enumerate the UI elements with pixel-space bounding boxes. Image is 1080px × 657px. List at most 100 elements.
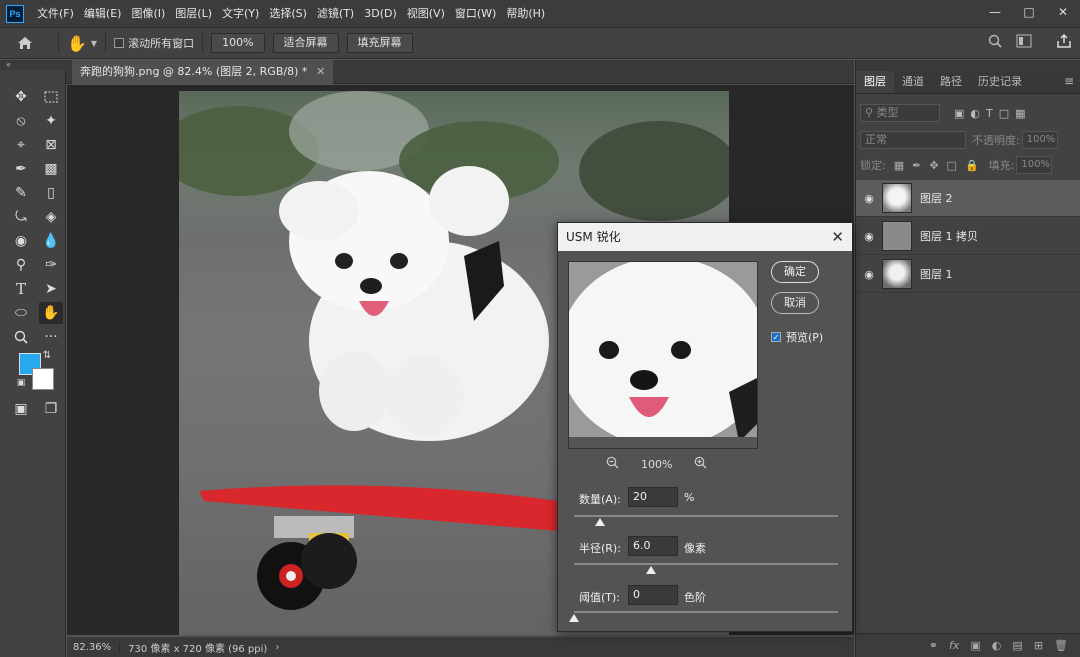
toolbar-collapse[interactable]: «: [0, 60, 66, 70]
close-tab-icon[interactable]: ✕: [316, 60, 325, 84]
new-group-icon[interactable]: ▤: [1012, 639, 1022, 652]
document-tab[interactable]: 奔跑的狗狗.png @ 82.4% (图层 2, RGB/8) * ✕: [72, 60, 334, 84]
search-icon[interactable]: [988, 34, 1002, 51]
link-layers-icon[interactable]: ⚭: [929, 639, 938, 652]
home-icon[interactable]: [0, 36, 50, 50]
layer-filter-select[interactable]: ⚲ 类型: [860, 104, 940, 122]
menu-file[interactable]: 文件(F): [32, 0, 79, 27]
close-icon[interactable]: ✕: [831, 223, 844, 251]
tab-paths[interactable]: 路径: [932, 71, 970, 93]
marquee-tool-icon[interactable]: [39, 86, 63, 108]
fill-screen-button[interactable]: 填充屏幕: [346, 33, 413, 53]
cancel-button[interactable]: 取消: [771, 292, 819, 314]
layer-thumbnail: [882, 259, 912, 289]
preview-checkbox[interactable]: ✓ 预览(P): [771, 329, 823, 345]
dodge-tool-icon[interactable]: ⚲: [9, 254, 33, 276]
maximize-icon[interactable]: □: [1012, 0, 1046, 24]
layer-thumbnail: [882, 221, 912, 251]
path-selection-icon[interactable]: ➤: [39, 278, 63, 300]
delete-layer-icon[interactable]: 🗑: [1054, 639, 1068, 652]
dialog-preview-image[interactable]: [568, 261, 758, 449]
menu-select[interactable]: 选择(S): [264, 0, 312, 27]
zoom-out-icon[interactable]: [606, 456, 619, 472]
hand-tool-preset[interactable]: ✋ ▼: [67, 34, 97, 53]
layer-row[interactable]: ◉ 图层 1 拷贝: [856, 218, 1080, 255]
frame-tool-icon[interactable]: ⊠: [39, 134, 63, 156]
amount-input[interactable]: 20: [628, 487, 678, 507]
menu-layer[interactable]: 图层(L): [170, 0, 217, 27]
spot-healing-icon[interactable]: ▩: [39, 158, 63, 180]
move-tool-icon[interactable]: ✥: [9, 86, 33, 108]
menu-view[interactable]: 视图(V): [402, 0, 450, 27]
menu-help[interactable]: 帮助(H): [501, 0, 550, 27]
radius-slider-thumb[interactable]: [645, 566, 656, 574]
hand-tool-icon[interactable]: ✋: [39, 302, 63, 324]
dialog-title-bar[interactable]: USM 锐化 ✕: [558, 223, 852, 251]
ok-button[interactable]: 确定: [771, 261, 819, 283]
layer-row[interactable]: ◉ 图层 2: [856, 180, 1080, 217]
history-brush-icon[interactable]: ⤿: [9, 206, 33, 228]
paint-bucket-icon[interactable]: ◉: [9, 230, 33, 252]
eye-icon[interactable]: ◉: [856, 268, 882, 281]
default-colors-icon[interactable]: ▣: [14, 376, 28, 390]
layer-row[interactable]: ◉ 图层 1: [856, 256, 1080, 293]
pen-tool-icon[interactable]: ✑: [39, 254, 63, 276]
menu-window[interactable]: 窗口(W): [450, 0, 501, 27]
scroll-all-windows-checkbox[interactable]: 滚动所有窗口: [114, 35, 194, 51]
eye-icon[interactable]: ◉: [856, 230, 882, 243]
opacity-input[interactable]: 100%: [1021, 131, 1058, 149]
swap-colors-icon[interactable]: ⇅: [40, 348, 54, 362]
add-mask-icon[interactable]: ▣: [970, 639, 980, 652]
eyedropper-icon[interactable]: ✒: [9, 158, 33, 180]
ellipse-tool-icon[interactable]: ⬭: [9, 302, 33, 324]
crop-tool-icon[interactable]: ⌖: [9, 134, 33, 156]
menu-edit[interactable]: 编辑(E): [79, 0, 127, 27]
workspace-icon[interactable]: [1016, 34, 1032, 51]
blend-mode-select[interactable]: 正常: [860, 131, 966, 149]
fill-input[interactable]: 100%: [1016, 156, 1053, 174]
menu-3d[interactable]: 3D(D): [359, 0, 402, 27]
zoom-100-button[interactable]: 100%: [211, 33, 265, 53]
zoom-tool-icon[interactable]: [9, 326, 33, 348]
brush-tool-icon[interactable]: ✎: [9, 182, 33, 204]
screen-mode-icon[interactable]: ❐: [39, 398, 63, 420]
type-tool-icon[interactable]: T: [9, 278, 33, 300]
tab-layers[interactable]: 图层: [856, 71, 894, 93]
magic-wand-icon[interactable]: ✦: [39, 110, 63, 132]
threshold-slider-thumb[interactable]: [569, 614, 579, 622]
threshold-slider-track[interactable]: [574, 611, 838, 613]
eye-icon[interactable]: ◉: [856, 192, 882, 205]
chevron-right-icon[interactable]: ›: [275, 642, 279, 653]
new-layer-icon[interactable]: ⊞: [1034, 639, 1043, 652]
fx-icon[interactable]: fx: [949, 639, 959, 652]
tab-channels[interactable]: 通道: [894, 71, 932, 93]
panel-collapse[interactable]: [856, 60, 1080, 70]
threshold-input[interactable]: 0: [628, 585, 678, 605]
filter-icons[interactable]: ▣◐T□▦: [954, 107, 1032, 120]
zoom-in-icon[interactable]: [694, 456, 707, 472]
menu-filter[interactable]: 滤镜(T): [312, 0, 359, 27]
menu-image[interactable]: 图像(I): [126, 0, 170, 27]
stamp-tool-icon[interactable]: ▯: [39, 182, 63, 204]
panel-menu-icon[interactable]: ≡: [1064, 74, 1074, 88]
eraser-tool-icon[interactable]: ◈: [39, 206, 63, 228]
amount-slider-track[interactable]: [574, 515, 838, 517]
menu-type[interactable]: 文字(Y): [217, 0, 264, 27]
radius-input[interactable]: 6.0: [628, 536, 678, 556]
fit-screen-button[interactable]: 适合屏幕: [272, 33, 339, 53]
share-icon[interactable]: [1056, 33, 1072, 52]
adjustment-layer-icon[interactable]: ◐: [992, 639, 1002, 652]
hand-icon: ✋: [67, 33, 87, 53]
close-window-icon[interactable]: ✕: [1046, 0, 1080, 24]
lock-icons[interactable]: ▦✒✥□🔒: [894, 159, 987, 172]
tab-history[interactable]: 历史记录: [970, 71, 1030, 93]
lasso-tool-icon[interactable]: ⦸: [9, 110, 33, 132]
background-color-swatch[interactable]: [32, 368, 54, 390]
radius-slider-track[interactable]: [574, 563, 838, 565]
more-tools-icon[interactable]: ···: [39, 326, 63, 348]
minimize-icon[interactable]: —: [978, 0, 1012, 24]
blur-tool-icon[interactable]: 💧: [39, 230, 63, 252]
status-zoom[interactable]: 82.36%: [67, 641, 121, 653]
quick-mask-icon[interactable]: ▣: [9, 398, 33, 420]
amount-slider-thumb[interactable]: [595, 518, 606, 526]
